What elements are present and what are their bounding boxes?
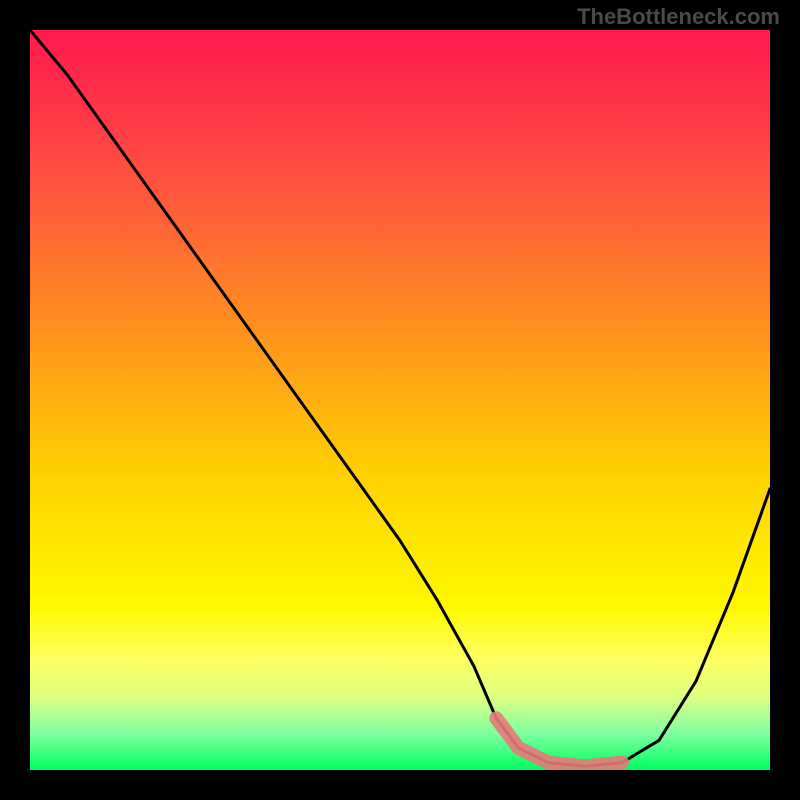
watermark-text: TheBottleneck.com xyxy=(577,4,780,30)
plot-area xyxy=(30,30,770,770)
curve-svg xyxy=(30,30,770,770)
highlight-segment xyxy=(496,718,622,766)
chart-container: TheBottleneck.com xyxy=(0,0,800,800)
bottleneck-curve xyxy=(30,30,770,766)
